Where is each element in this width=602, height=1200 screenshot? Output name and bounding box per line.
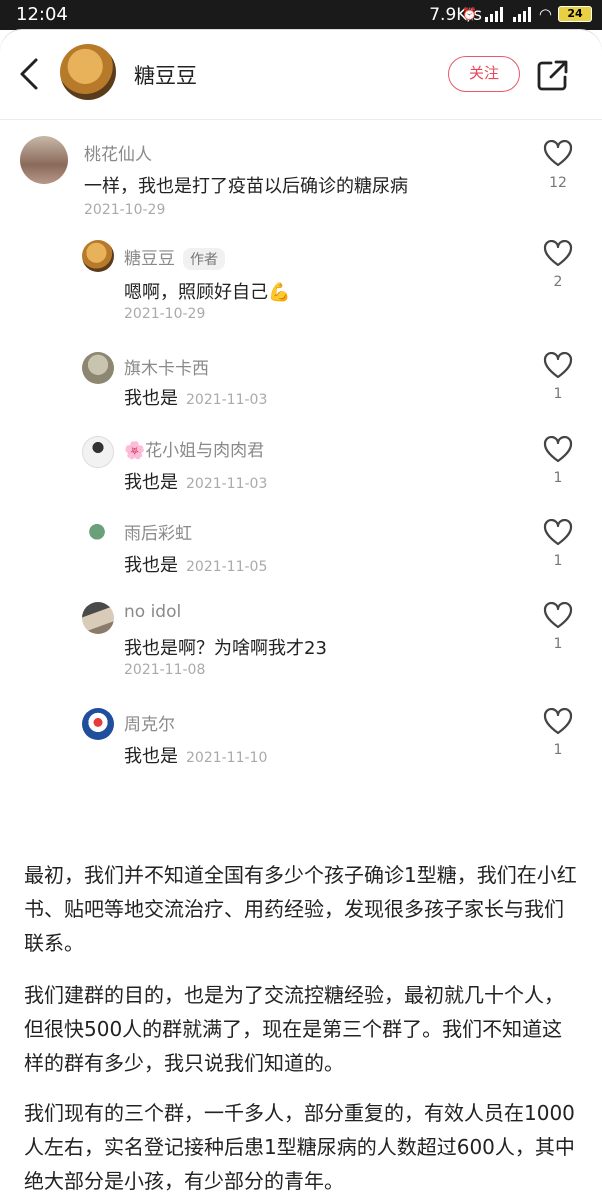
commenter-avatar[interactable]: [82, 352, 114, 384]
like-heart-icon[interactable]: [543, 602, 573, 629]
comment-date: 2021-10-29: [84, 202, 166, 218]
like-count: 1: [553, 636, 563, 652]
comment-date: 2021-10-29: [124, 306, 206, 322]
commenter-name[interactable]: no idol: [124, 602, 181, 622]
battery-icon: 24: [558, 6, 592, 22]
comment-text[interactable]: 我也是 2021-11-03: [124, 384, 267, 410]
share-icon[interactable]: [536, 58, 570, 92]
article-paragraph: 最初，我们并不知道全国有多少个孩子确诊1型糖，我们在小红书、贴吧等地交流治疗、用…: [24, 863, 577, 955]
back-arrow-icon[interactable]: [14, 54, 44, 94]
comment-text[interactable]: 我也是 2021-11-10: [124, 742, 267, 768]
comment-text-value: 我也是: [124, 472, 178, 493]
like-count: 1: [553, 386, 563, 402]
article-paragraph: 我们建群的目的，也是为了交流控糖经验，最初就几十个人，但很快500人的群就满了，…: [24, 983, 564, 1075]
like-count: 2: [553, 274, 563, 290]
status-time: 12:04: [16, 4, 68, 25]
commenter-avatar[interactable]: [82, 240, 114, 272]
wifi-icon: ◠: [538, 5, 552, 23]
commenter-name[interactable]: 周克尔: [124, 710, 175, 735]
comment-date: 2021-11-05: [186, 559, 268, 575]
top-bar: 糖豆豆 关注: [0, 30, 602, 120]
status-bar: 12:04 7.9K/s ⏰ ◠ 24: [0, 0, 602, 30]
comment-date: 2021-11-10: [186, 750, 268, 766]
author-avatar[interactable]: [60, 44, 116, 100]
commenter-avatar[interactable]: [20, 136, 68, 184]
page-title: 糖豆豆: [134, 64, 197, 88]
like-heart-icon[interactable]: [543, 519, 573, 546]
comment-text[interactable]: 一样，我也是打了疫苗以后确诊的糖尿病: [84, 172, 408, 198]
alarm-icon: ⏰: [461, 7, 477, 21]
article-paragraph: 我们现有的三个群，一千多人，部分重复的，有效人员在1000人左右，实名登记接种后…: [24, 1101, 575, 1193]
like-count: 1: [553, 742, 563, 758]
comment-text[interactable]: 嗯啊，照顾好自己💪: [124, 278, 290, 304]
comment-text-value: 我也是: [124, 388, 178, 409]
commenter-name[interactable]: 桃花仙人: [84, 140, 152, 165]
commenter-avatar[interactable]: [82, 602, 114, 634]
commenter-avatar[interactable]: [86, 523, 108, 545]
author-tag: 作者: [183, 248, 225, 270]
like-heart-icon[interactable]: [543, 708, 573, 735]
comment-text[interactable]: 我也是 2021-11-05: [124, 551, 267, 577]
like-heart-icon[interactable]: [543, 240, 573, 267]
comment-date: 2021-11-08: [124, 662, 206, 678]
signal-icon-2: [511, 6, 533, 22]
commenter-name[interactable]: 糖豆豆 作者: [124, 244, 225, 270]
like-heart-icon[interactable]: [543, 436, 573, 463]
signal-icon: [483, 6, 505, 22]
like-count: 1: [553, 470, 563, 486]
follow-button[interactable]: 关注: [448, 56, 520, 92]
commenter-name[interactable]: 旗木卡卡西: [124, 354, 209, 379]
commenter-name-text: 糖豆豆: [124, 249, 175, 269]
like-count: 1: [553, 553, 563, 569]
comment-text[interactable]: 我也是 2021-11-03: [124, 468, 267, 494]
like-count: 12: [549, 175, 567, 191]
comment-date: 2021-11-03: [186, 476, 268, 492]
commenter-name[interactable]: 雨后彩虹: [124, 519, 192, 544]
like-heart-icon[interactable]: [543, 352, 573, 379]
commenter-name[interactable]: 🌸花小姐与肉肉君: [124, 436, 264, 461]
commenter-avatar[interactable]: [82, 436, 114, 468]
comment-text-value: 我也是: [124, 555, 178, 576]
comment-text-value: 我也是: [124, 746, 178, 767]
comment-date: 2021-11-03: [186, 392, 268, 408]
comment-text[interactable]: 我也是啊？为啥啊我才23: [124, 634, 327, 660]
like-heart-icon[interactable]: [543, 140, 573, 167]
status-icons: ⏰ ◠ 24: [462, 5, 592, 23]
commenter-avatar[interactable]: [82, 708, 114, 740]
